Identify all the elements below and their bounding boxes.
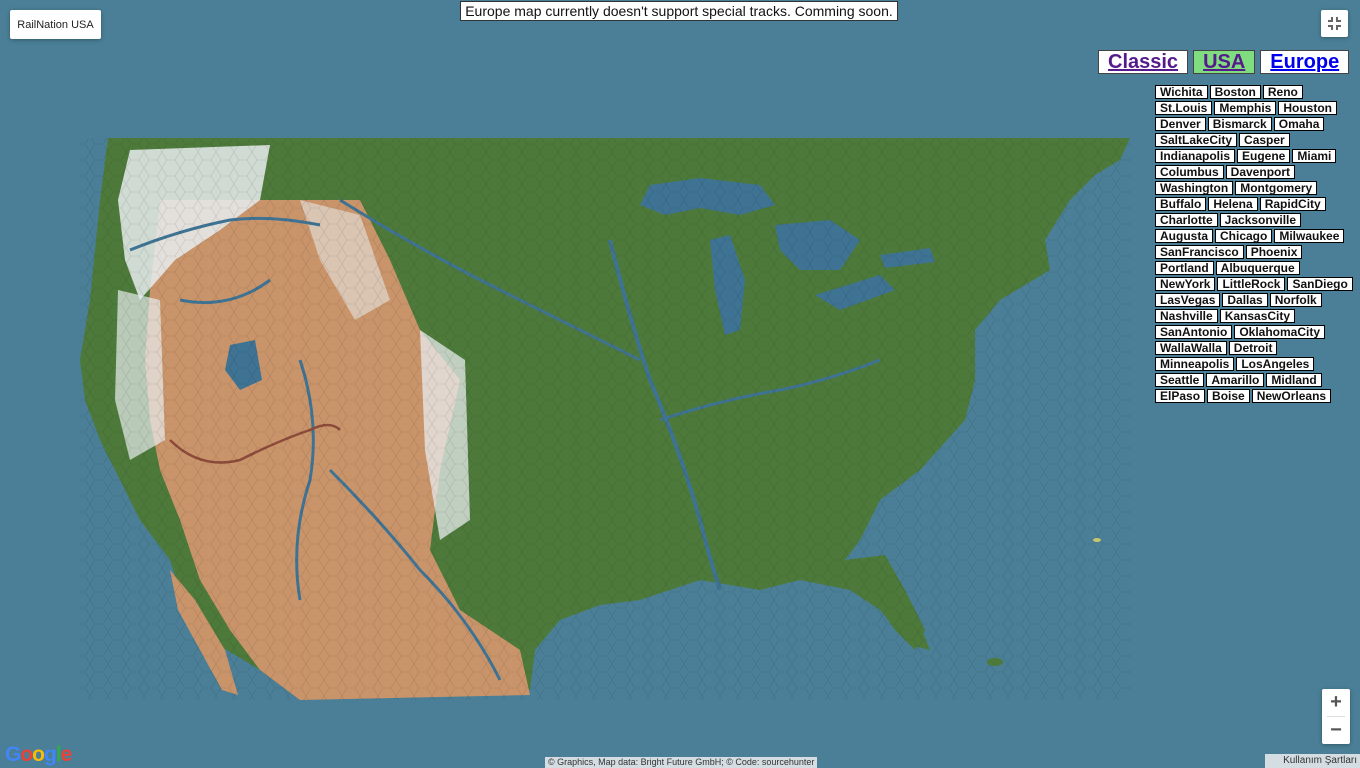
city-button-seattle[interactable]: Seattle: [1155, 373, 1205, 387]
city-button-saltlakecity[interactable]: SaltLakeCity: [1155, 133, 1238, 147]
city-button-wichita[interactable]: Wichita: [1155, 85, 1208, 99]
city-button-augusta[interactable]: Augusta: [1155, 229, 1213, 243]
city-row: SaltLakeCity Casper: [1155, 133, 1360, 147]
city-button-dallas[interactable]: Dallas: [1222, 293, 1268, 307]
city-button-helena[interactable]: Helena: [1208, 197, 1258, 211]
city-button-montgomery[interactable]: Montgomery: [1235, 181, 1318, 195]
zoom-control: + −: [1322, 689, 1350, 744]
city-button-albuquerque[interactable]: Albuquerque: [1215, 261, 1300, 275]
city-button-boise[interactable]: Boise: [1207, 389, 1250, 403]
city-list: Wichita Boston Reno St.Louis Memphis Houston D…: [1155, 85, 1360, 405]
city-button-sanfrancisco[interactable]: SanFrancisco: [1155, 245, 1244, 259]
island-bahamas: [987, 658, 1003, 666]
city-button-norfolk[interactable]: Norfolk: [1269, 293, 1322, 307]
terms-link[interactable]: Kullanım Şartları: [1265, 754, 1360, 768]
fullscreen-button[interactable]: [1321, 10, 1348, 37]
city-button-losangeles[interactable]: LosAngeles: [1236, 357, 1315, 371]
fullscreen-exit-icon: [1328, 17, 1341, 30]
city-button-minneapolis[interactable]: Minneapolis: [1155, 357, 1235, 371]
city-button-bismarck[interactable]: Bismarck: [1207, 117, 1272, 131]
city-button-lasvegas[interactable]: LasVegas: [1155, 293, 1221, 307]
city-button-buffalo[interactable]: Buffalo: [1155, 197, 1207, 211]
city-button-davenport[interactable]: Davenport: [1225, 165, 1296, 179]
city-button-sandiego[interactable]: SanDiego: [1287, 277, 1353, 291]
city-button-st.louis[interactable]: St.Louis: [1155, 101, 1213, 115]
map-attribution: © Graphics, Map data: Bright Future GmbH…: [545, 757, 818, 768]
city-button-amarillo[interactable]: Amarillo: [1206, 373, 1265, 387]
city-row: NewYork LittleRock SanDiego: [1155, 277, 1360, 291]
city-row: Portland Albuquerque: [1155, 261, 1360, 275]
city-button-eugene[interactable]: Eugene: [1237, 149, 1291, 163]
city-button-washington[interactable]: Washington: [1155, 181, 1234, 195]
mode-europe-link[interactable]: Europe: [1260, 50, 1350, 74]
city-row: LasVegas Dallas Norfolk: [1155, 293, 1360, 307]
city-button-jacksonville[interactable]: Jacksonville: [1219, 213, 1302, 227]
zoom-in-icon: +: [1330, 691, 1342, 713]
map-mode-switcher: Classic USA Europe: [1098, 50, 1350, 74]
city-button-wallawalla[interactable]: WallaWalla: [1155, 341, 1227, 355]
city-button-chicago[interactable]: Chicago: [1215, 229, 1273, 243]
city-button-newyork[interactable]: NewYork: [1155, 277, 1216, 291]
city-row: WallaWalla Detroit: [1155, 341, 1360, 355]
city-row: Buffalo Helena RapidCity: [1155, 197, 1360, 211]
city-row: Augusta Chicago Milwaukee: [1155, 229, 1360, 243]
city-button-columbus[interactable]: Columbus: [1155, 165, 1224, 179]
notice-banner: Europe map currently doesn't support spe…: [460, 1, 898, 21]
city-row: Columbus Davenport: [1155, 165, 1360, 179]
city-row: St.Louis Memphis Houston: [1155, 101, 1360, 115]
mode-usa-link[interactable]: USA: [1193, 50, 1256, 74]
city-button-miami[interactable]: Miami: [1292, 149, 1337, 163]
city-button-littlerock[interactable]: LittleRock: [1217, 277, 1286, 291]
city-button-omaha[interactable]: Omaha: [1273, 117, 1325, 131]
zoom-out-icon: −: [1330, 719, 1342, 741]
city-button-memphis[interactable]: Memphis: [1214, 101, 1277, 115]
city-row: ElPaso Boise NewOrleans: [1155, 389, 1360, 403]
city-button-kansascity[interactable]: KansasCity: [1219, 309, 1296, 323]
city-row: Denver Bismarck Omaha: [1155, 117, 1360, 131]
city-row: Wichita Boston Reno: [1155, 85, 1360, 99]
city-button-rapidcity[interactable]: RapidCity: [1259, 197, 1326, 211]
city-button-indianapolis[interactable]: Indianapolis: [1155, 149, 1236, 163]
city-row: Seattle Amarillo Midland: [1155, 373, 1360, 387]
island-bermuda: [1093, 538, 1101, 542]
city-button-detroit[interactable]: Detroit: [1228, 341, 1278, 355]
city-button-houston[interactable]: Houston: [1278, 101, 1338, 115]
title-button[interactable]: RailNation USA: [10, 10, 101, 39]
city-button-portland[interactable]: Portland: [1155, 261, 1214, 275]
city-button-boston[interactable]: Boston: [1209, 85, 1261, 99]
city-button-oklahomacity[interactable]: OklahomaCity: [1234, 325, 1326, 339]
city-button-elpaso[interactable]: ElPaso: [1155, 389, 1206, 403]
mode-classic-link[interactable]: Classic: [1098, 50, 1189, 74]
city-button-sanantonio[interactable]: SanAntonio: [1155, 325, 1233, 339]
zoom-in-button[interactable]: +: [1322, 689, 1350, 716]
city-button-milwaukee[interactable]: Milwaukee: [1274, 229, 1345, 243]
city-row: Indianapolis Eugene Miami: [1155, 149, 1360, 163]
city-row: SanFrancisco Phoenix: [1155, 245, 1360, 259]
city-button-casper[interactable]: Casper: [1239, 133, 1290, 147]
city-button-denver[interactable]: Denver: [1155, 117, 1206, 131]
city-row: Minneapolis LosAngeles: [1155, 357, 1360, 371]
city-button-neworleans[interactable]: NewOrleans: [1251, 389, 1332, 403]
city-row: Charlotte Jacksonville: [1155, 213, 1360, 227]
google-logo: Google: [5, 743, 72, 766]
city-button-reno[interactable]: Reno: [1262, 85, 1303, 99]
city-row: Washington Montgomery: [1155, 181, 1360, 195]
zoom-out-button[interactable]: −: [1322, 717, 1350, 744]
city-button-phoenix[interactable]: Phoenix: [1245, 245, 1303, 259]
city-button-nashville[interactable]: Nashville: [1155, 309, 1218, 323]
city-row: Nashville KansasCity: [1155, 309, 1360, 323]
city-row: SanAntonio OklahomaCity: [1155, 325, 1360, 339]
city-button-charlotte[interactable]: Charlotte: [1155, 213, 1218, 227]
city-button-midland[interactable]: Midland: [1266, 373, 1322, 387]
